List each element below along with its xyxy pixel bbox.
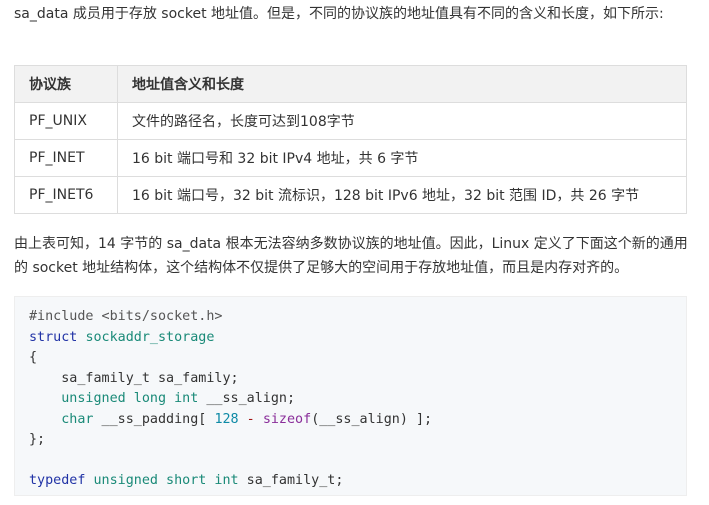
code-line-struct: struct sockaddr_storage (29, 328, 672, 349)
cell-description: 16 bit 端口号和 32 bit IPv4 地址，共 6 字节 (117, 139, 687, 177)
struct-name: sockaddr_storage (85, 329, 215, 345)
field-sa-family: sa_family_t sa_family; (29, 370, 239, 386)
typedef-name: sa_family_t; (238, 473, 344, 488)
cell-family: PF_INET (14, 139, 118, 177)
intro-paragraph: sa_data 成员用于存放 socket 地址值。但是，不同的协议族的地址值具… (14, 6, 664, 22)
code-line-typedef: typedef unsigned short int sa_family_t; (29, 471, 672, 492)
code-line-close-brace: }; (29, 430, 672, 451)
cell-family: PF_UNIX (14, 102, 118, 140)
code-line-field3: char __ss_padding[ 128 - sizeof(__ss_ali… (29, 410, 672, 431)
field3-sizeof: sizeof (262, 411, 312, 427)
field3-type: char (61, 411, 94, 427)
second-paragraph: 由上表可知，14 字节的 sa_data 根本无法容纳多数协议族的地址值。因此，… (14, 236, 688, 276)
field2-name: __ss_align; (198, 391, 296, 406)
close-brace: }; (29, 432, 46, 447)
cell-family: PF_INET6 (14, 176, 118, 214)
code-line-open-brace: { (29, 348, 672, 369)
cell-description: 16 bit 端口号，32 bit 流标识，128 bit IPv6 地址，32… (117, 176, 687, 214)
code-block: #include <bits/socket.h> struct sockaddr_… (14, 296, 687, 496)
typedef-keyword: typedef (29, 473, 86, 488)
field3-operator: - (238, 411, 263, 427)
preprocessor-include: #include <bits/socket.h> (29, 309, 223, 324)
table-row: PF_INET6 16 bit 端口号，32 bit 流标识，128 bit I… (14, 176, 687, 214)
address-family-table: 协议族 地址值含义和长度 PF_UNIX 文件的路径名，长度可达到108字节 P… (14, 65, 687, 214)
struct-keyword: struct (29, 329, 78, 345)
field3-number: 128 (214, 411, 239, 427)
field3-rest: (__ss_align) ]; (311, 411, 433, 427)
code-line-field1: sa_family_t sa_family; (29, 369, 672, 390)
table-row: PF_UNIX 文件的路径名，长度可达到108字节 (14, 102, 687, 140)
cell-description: 文件的路径名，长度可达到108字节 (117, 102, 687, 140)
header-protocol-family: 协议族 (14, 65, 118, 103)
header-address-meaning: 地址值含义和长度 (117, 65, 687, 103)
code-line-field2: unsigned long int __ss_align; (29, 389, 672, 410)
typedef-type: unsigned short int (93, 473, 239, 488)
table-header-row: 协议族 地址值含义和长度 (14, 65, 687, 103)
open-brace: { (29, 350, 38, 365)
field2-type: unsigned long int (61, 391, 199, 406)
code-line-include: #include <bits/socket.h> (29, 307, 672, 328)
field3-name: __ss_padding[ (93, 411, 215, 427)
table-row: PF_INET 16 bit 端口号和 32 bit IPv4 地址，共 6 字… (14, 139, 687, 177)
